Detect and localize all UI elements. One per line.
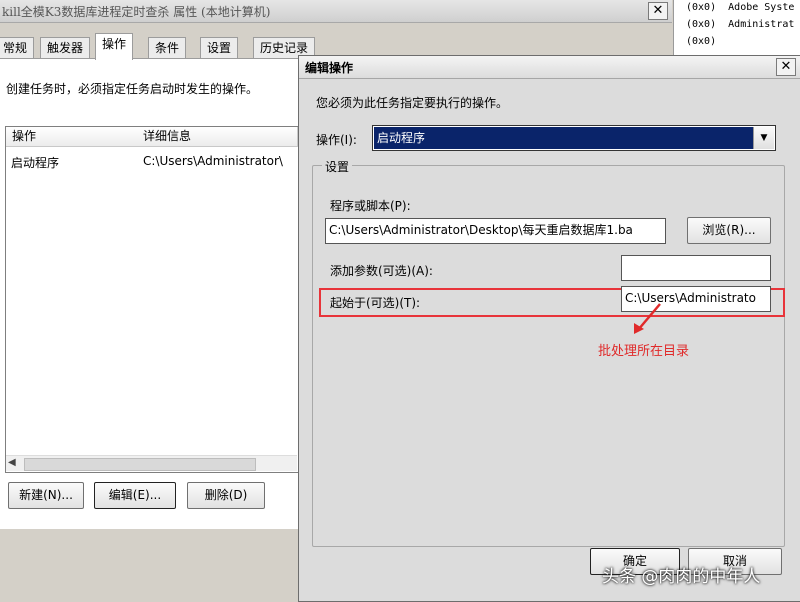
program-input[interactable]: C:\Users\Administrator\Desktop\每天重启数据库1.… (325, 218, 666, 244)
tab-conditions[interactable]: 条件 (148, 37, 187, 59)
action-select[interactable]: 启动程序 ▼ (372, 125, 776, 151)
dialog-close-button[interactable]: ✕ (776, 58, 796, 76)
args-label: 添加参数(可选)(A): (330, 264, 433, 278)
settings-group-label: 设置 (322, 158, 353, 175)
edit-action-button[interactable]: 编辑(E)... (94, 482, 176, 509)
dialog-description: 您必须为此任务指定要执行的操作。 (316, 96, 509, 110)
properties-window-titlebar: kill全模K3数据库进程定时查杀 属性 (本地计算机) (0, 0, 672, 23)
action-select-value: 启动程序 (374, 127, 753, 149)
horizontal-scrollbar[interactable]: ◀ (6, 455, 297, 471)
properties-window-title: kill全模K3数据库进程定时查杀 属性 (本地计算机) (2, 5, 271, 19)
tab-settings[interactable]: 设置 (200, 37, 239, 59)
new-action-button[interactable]: 新建(N)... (8, 482, 84, 509)
process-row: (0x0) Adobe Syste (686, 2, 795, 13)
column-header-action[interactable]: 操作 (6, 127, 143, 147)
process-row: (0x0) (686, 36, 717, 47)
tab-triggers[interactable]: 触发器 (40, 37, 91, 59)
delete-action-button[interactable]: 删除(D) (187, 482, 265, 509)
actions-list[interactable] (5, 126, 300, 473)
tab-general[interactable]: 常规 (0, 37, 35, 59)
process-list-panel: (0x0) Adobe Syste (0x0) Administrat (0x0… (673, 0, 800, 56)
column-header-details[interactable]: 详细信息 (137, 127, 298, 147)
list-item-detail[interactable]: C:\Users\Administrator\ (143, 154, 297, 168)
process-row: (0x0) Administrat (686, 19, 795, 30)
annotation-text: 批处理所在目录 (598, 344, 690, 359)
program-label: 程序或脚本(P): (330, 199, 411, 213)
annotation-arrow-icon (634, 303, 661, 334)
dialog-title: 编辑操作 (305, 61, 354, 75)
browse-button[interactable]: 浏览(R)... (687, 217, 771, 244)
start-in-label: 起始于(可选)(T): (330, 296, 421, 310)
properties-close-button[interactable]: ✕ (648, 2, 668, 20)
action-label: 操作(I): (316, 133, 357, 147)
args-input[interactable] (621, 255, 771, 281)
chevron-down-icon[interactable]: ▼ (753, 127, 774, 149)
scroll-left-arrow-icon[interactable]: ◀ (8, 457, 16, 468)
actions-description: 创建任务时，必须指定任务启动时发生的操作。 (6, 82, 259, 96)
scrollbar-thumb[interactable] (24, 458, 256, 471)
watermark: 头条 @肉肉的中年人 (602, 567, 761, 587)
tab-actions[interactable]: 操作 (95, 33, 134, 60)
dialog-titlebar: 编辑操作 (299, 56, 800, 79)
list-item-action[interactable]: 启动程序 (11, 154, 131, 171)
